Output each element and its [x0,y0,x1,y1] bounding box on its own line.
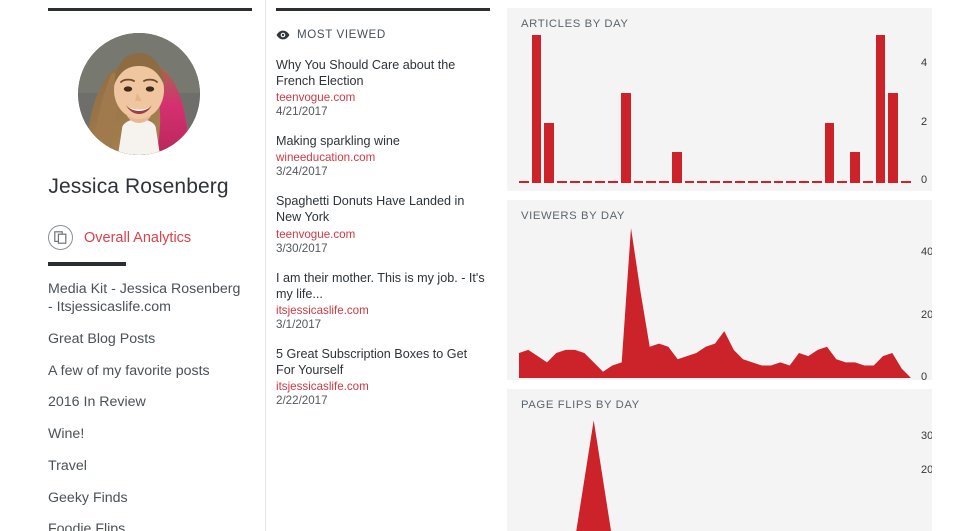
sidebar-item-wine[interactable]: Wine! [48,425,247,444]
bar [837,181,848,183]
bar [531,35,542,183]
page-flips-by-day-title: PAGE FLIPS BY DAY [521,399,640,411]
article-date: 2/22/2017 [276,393,328,407]
bar [901,181,911,183]
article-title[interactable]: I am their mother. This is my job. - It'… [276,270,489,302]
list-item[interactable]: Spaghetti Donuts Have Landed in New York… [276,193,489,254]
charts-column: ARTICLES BY DAY 0 2 4 VIEWERS BY DAY 0 20 40… [499,0,978,531]
sidebar-item-travel[interactable]: Travel [48,457,247,476]
sidebar-nav: Media Kit - Jessica Rosenberg - Itsjessi… [30,280,247,531]
bar [646,181,657,183]
bar [811,181,822,183]
bar [671,151,682,183]
viewers-by-day-title: VIEWERS BY DAY [521,210,626,222]
bar [697,181,708,183]
bar [557,181,567,183]
bar [748,181,758,183]
article-date: 3/1/2017 [276,317,322,331]
y-axis-tick: 4 [921,57,928,70]
article-source[interactable]: itsjessicaslife.com [276,380,489,393]
bar [608,181,618,183]
y-axis-tick: 40 [921,246,932,258]
profile-sidebar: Jessica Rosenberg Overall Analytics Medi… [0,0,265,531]
sidebar-item-media-kit[interactable]: Media Kit - Jessica Rosenberg - Itsjessi… [48,280,247,317]
article-source[interactable]: wineeducation.com [276,151,489,164]
bar [888,93,899,183]
bar [659,181,669,183]
article-title[interactable]: Making sparkling wine [276,133,489,149]
most-viewed-column: MOST VIEWED Why You Should Care about th… [265,0,499,531]
most-viewed-top-rule [276,8,490,11]
sidebar-item-great-blog-posts[interactable]: Great Blog Posts [48,330,247,349]
overall-analytics-label: Overall Analytics [84,229,192,246]
bar [735,181,746,183]
bar [875,35,886,183]
bar [722,181,733,183]
eye-icon [276,30,290,40]
y-axis-tick: 200 [921,464,932,477]
list-item[interactable]: Why You Should Care about the French Ele… [276,57,489,118]
article-title[interactable]: Why You Should Care about the French Ele… [276,57,489,89]
bar [620,93,631,183]
sidebar-item-geeky-finds[interactable]: Geeky Finds [48,489,247,508]
article-source[interactable]: itsjessicaslife.com [276,304,489,317]
sidebar-item-2016-in-review[interactable]: 2016 In Review [48,393,247,412]
area-series [519,228,911,378]
article-source[interactable]: teenvogue.com [276,228,489,241]
article-date: 4/21/2017 [276,105,328,119]
bar [544,122,555,183]
y-axis-tick: 0 [921,174,928,186]
list-item[interactable]: Making sparkling wine wineeducation.com … [276,133,489,178]
bar [773,181,784,183]
analytics-dashboard: Jessica Rosenberg Overall Analytics Medi… [0,0,978,531]
bar [684,181,695,183]
bar [786,181,797,183]
area-series [576,420,612,531]
bar [799,181,809,183]
bar [633,181,644,183]
sidebar-top-rule [48,8,252,11]
bar [582,181,593,183]
pages-copy-icon [48,225,73,250]
list-item[interactable]: 5 Great Subscription Boxes to Get For Yo… [276,346,489,407]
bar [519,181,529,183]
bar [862,181,873,183]
y-axis-tick: 20 [921,308,932,321]
active-indicator-underline [48,262,126,266]
article-title[interactable]: 5 Great Subscription Boxes to Get For Yo… [276,346,489,378]
page-flips-by-day-area [576,420,612,531]
avatar [77,33,200,155]
viewers-by-day-panel: VIEWERS BY DAY 0 20 40 [507,200,932,380]
bar [850,151,860,183]
articles-by-day-panel: ARTICLES BY DAY 0 2 4 [507,8,932,191]
y-axis-tick: 300 [921,430,932,443]
viewers-by-day-area [519,228,911,378]
bar [595,181,606,183]
user-avatar-photo [77,33,200,155]
bar [569,181,580,183]
most-viewed-header: MOST VIEWED [276,28,489,41]
article-source[interactable]: teenvogue.com [276,91,489,104]
avatar-container [30,33,247,155]
articles-by-day-bars [519,35,911,183]
y-axis-tick: 0 [921,371,928,380]
article-date: 3/24/2017 [276,165,328,179]
article-date: 3/30/2017 [276,241,328,255]
page-title: Jessica Rosenberg [48,175,229,198]
sidebar-item-favorite-posts[interactable]: A few of my favorite posts [48,362,247,381]
bar [710,181,720,183]
most-viewed-title: MOST VIEWED [297,28,386,41]
sidebar-item-foodie-flips[interactable]: Foodie Flips [48,520,247,531]
y-axis-tick: 2 [921,115,928,128]
page-flips-by-day-panel: PAGE FLIPS BY DAY 200 300 [507,389,932,531]
bar [824,122,835,183]
bar [760,181,771,183]
articles-by-day-title: ARTICLES BY DAY [521,18,629,30]
overall-analytics-link[interactable]: Overall Analytics [30,225,247,250]
article-title[interactable]: Spaghetti Donuts Have Landed in New York [276,193,489,225]
list-item[interactable]: I am their mother. This is my job. - It'… [276,270,489,331]
